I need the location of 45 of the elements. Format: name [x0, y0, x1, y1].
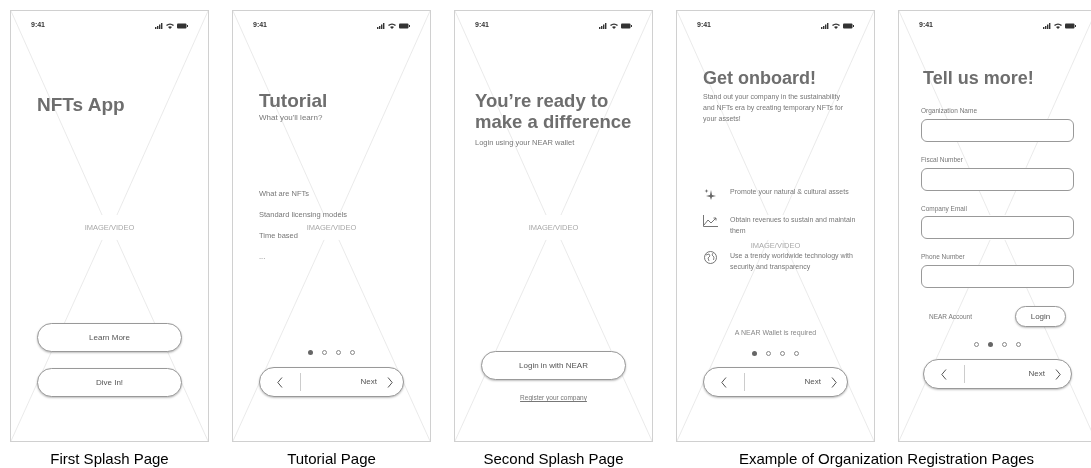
wifi-icon	[388, 22, 396, 29]
battery-icon	[621, 22, 632, 29]
globe-icon	[703, 251, 717, 264]
wifi-icon	[1054, 22, 1062, 29]
chevron-left-icon	[941, 368, 947, 380]
login-button[interactable]: Login	[1015, 306, 1066, 327]
input-field[interactable]	[921, 265, 1074, 288]
signal-icon	[599, 22, 607, 29]
screen-caption: Tutorial Page	[287, 449, 376, 468]
signal-icon	[1043, 22, 1051, 29]
battery-icon	[1065, 22, 1076, 29]
chevron-right-icon	[831, 376, 837, 388]
sparkle-icon	[704, 187, 716, 200]
page-title: Get onboard!	[703, 67, 817, 89]
battery-icon	[843, 22, 854, 29]
screen-caption: Example of Organization Registration Pages	[738, 449, 1035, 468]
chevron-left-icon	[721, 376, 727, 388]
chevron-right-icon	[1055, 368, 1061, 380]
screen-caption: Second Splash Page	[483, 449, 624, 468]
battery-icon	[177, 22, 188, 29]
screen-caption: First Splash Page	[50, 449, 169, 468]
signal-icon	[377, 22, 385, 29]
next-button[interactable]: Next	[804, 376, 837, 388]
chevron-right-icon	[387, 376, 393, 388]
page-title: Tutorial	[259, 90, 329, 112]
wifi-icon	[832, 22, 840, 29]
action-button[interactable]: Learn More	[37, 323, 182, 352]
next-button[interactable]: Next	[1028, 368, 1061, 380]
signal-icon	[155, 22, 163, 29]
battery-icon	[399, 22, 410, 29]
input-field[interactable]	[921, 216, 1074, 240]
page-title: You’re ready to make a difference	[475, 90, 633, 132]
signal-icon	[821, 22, 829, 29]
next-button[interactable]: Next	[360, 376, 393, 388]
app-title: NFTs App	[37, 93, 126, 117]
chevron-left-icon	[277, 376, 283, 388]
page-title: Tell us more!	[923, 67, 1035, 89]
chart-icon	[702, 215, 718, 227]
action-button[interactable]: Dive In!	[37, 368, 182, 397]
wifi-icon	[610, 22, 618, 29]
login-button[interactable]: Login in with NEAR	[481, 351, 626, 381]
input-field[interactable]	[921, 118, 1074, 142]
input-field[interactable]	[921, 167, 1074, 191]
page-subtitle: What you'll learn?	[259, 112, 324, 124]
wifi-icon	[166, 22, 174, 29]
